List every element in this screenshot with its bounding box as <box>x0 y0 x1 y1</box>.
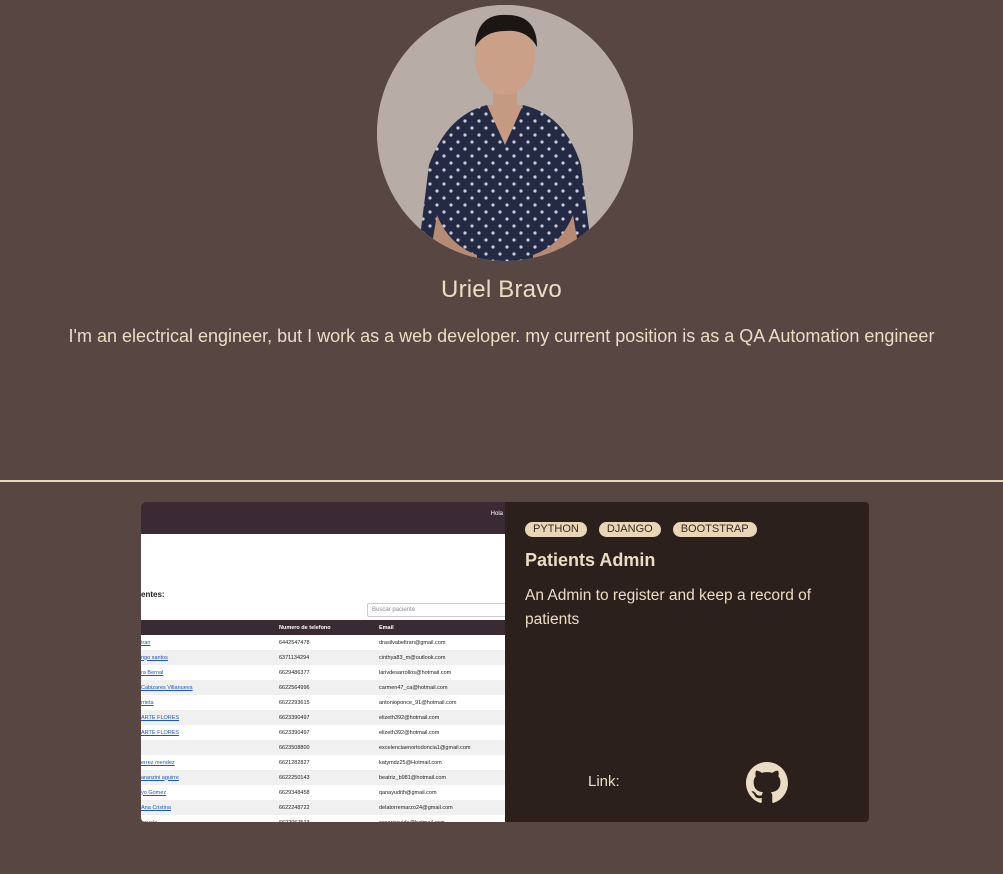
table-cell: 6622293615 <box>279 699 310 706</box>
table-cell: Ana Cristina <box>141 800 279 815</box>
table-row: Ana Cristina 6622248722 delatorremarzo24@g… <box>141 800 505 815</box>
tag-django: DJANGO <box>598 522 661 537</box>
table-cell: katymdz25@Hotmail.com <box>379 759 442 766</box>
table-row: ARTE FLORES 6623390497 elizeth392@hotmail.… <box>141 710 505 725</box>
table-row: tran 6442547478 drasilvabeltran@gmail.com <box>141 635 505 650</box>
table-cell: excelenciaenortodoncia1@gmail.com <box>379 740 505 755</box>
table-row: aranzini aguirre 6622250143 beatriz_b981@h… <box>141 770 505 785</box>
profile-photo <box>377 5 633 261</box>
profile-bio: I'm an electrical engineer, but I work a… <box>68 326 935 346</box>
table-header: Numero de telefono <box>279 620 379 635</box>
table-cell: 6622564996 <box>279 680 379 695</box>
table-cell: yo Gomez <box>141 789 167 796</box>
table-cell: Cabizares Villanueva <box>141 680 279 695</box>
github-link[interactable] <box>746 762 788 804</box>
screenshot-nav-text: Hola <box>490 511 503 517</box>
link-label: Link: <box>588 773 620 790</box>
tag-list: PYTHON DJANGO BOOTSTRAP <box>525 522 757 537</box>
table-cell: cesariasvida@hotmail.com <box>379 815 505 823</box>
table-cell: beatriz_b981@hotmail.com <box>379 770 505 785</box>
table-cell: 6371134294 <box>279 650 379 665</box>
screenshot-navbar: Hola <box>141 502 505 534</box>
table-cell: 6621282827 <box>279 759 310 766</box>
table-cell: antonioponce_91@hotmail.com <box>379 699 457 706</box>
screenshot-heading: entes: <box>141 590 165 599</box>
table-cell: 6629348458 <box>279 789 310 796</box>
table-cell: qanayudith@gmail.com <box>379 789 437 796</box>
tag-python: PYTHON <box>525 522 587 537</box>
table-row: Cabizares Villanueva 6622564996 carmen47_c… <box>141 680 505 695</box>
avatar <box>377 5 633 261</box>
table-cell: ngo santos <box>141 650 279 665</box>
table-row: yo Gomez 6629348458 qanayudith@gmail.com <box>141 785 505 800</box>
tag-bootstrap: BOOTSTRAP <box>672 522 757 537</box>
table-row: ARTE FLORES 6623390497 elizeth392@hotmail.… <box>141 725 505 740</box>
table-row: ra Bernal 6629486377 larivdesarrollos@hotm… <box>141 665 505 680</box>
table-cell: drasilvabeltran@gmail.com <box>379 639 446 646</box>
table-row: rrieta 6622293615 antonioponce_91@hotmail.… <box>141 695 505 710</box>
table-cell: tran <box>141 639 151 646</box>
table-cell: cinthya83_m@outlook.com <box>379 650 505 665</box>
project-description: An Admin to register and keep a record o… <box>525 587 812 628</box>
table-cell: larivdesarrollos@hotmail.com <box>379 669 452 676</box>
table-cell: 6622248722 <box>279 800 379 815</box>
table-cell: aranzini aguirre <box>141 770 279 785</box>
table-cell: 6442547478 <box>279 639 310 646</box>
table-row: nzuela6622067513cesariasvida@hotmail.com <box>141 815 505 823</box>
table-cell: elizeth392@hotmail.com <box>379 729 440 736</box>
table-cell: elizeth392@hotmail.com <box>379 710 505 725</box>
table-row: ngo santos 6371134294 cinthya83_m@outlook.… <box>141 650 505 665</box>
project-screenshot: Hola entes: Buscar paciente Numero de te… <box>141 502 505 822</box>
table-cell: 6622250143 <box>279 770 379 785</box>
project-info: PYTHON DJANGO BOOTSTRAP Patients Admin A… <box>505 502 869 822</box>
table-cell: delatorremarzo24@gmail.com <box>379 800 505 815</box>
project-title: Patients Admin <box>525 550 656 570</box>
table-cell <box>141 740 279 755</box>
table-cell: 6629486377 <box>279 669 310 676</box>
project-card: Hola entes: Buscar paciente Numero de te… <box>141 502 869 822</box>
table-cell: carmen47_ca@hotmail.com <box>379 680 505 695</box>
table-cell: ra Bernal <box>141 669 164 676</box>
table-header <box>141 620 279 635</box>
screenshot-table: Numero de telefono Email tran 6442547478 d… <box>141 620 505 822</box>
table-header: Email <box>379 620 505 635</box>
table-cell: ARTE FLORES <box>141 729 180 736</box>
profile-name: Uriel Bravo <box>441 276 562 303</box>
table-cell: nzuela <box>141 815 279 823</box>
section-divider <box>0 480 1003 482</box>
screenshot-search: Buscar paciente <box>367 603 505 617</box>
table-row: errez mendez 6621282827 katymdz25@Hotmail.… <box>141 755 505 770</box>
table-cell: 6623508800 <box>279 740 379 755</box>
profile-section: Uriel Bravo I'm an electrical engineer, … <box>0 0 1003 480</box>
table-cell: rrieta <box>141 699 154 706</box>
table-cell: 6623390497 <box>279 710 379 725</box>
table-cell: 6622067513 <box>279 815 379 823</box>
table-cell: ARTE FLORES <box>141 710 279 725</box>
github-icon <box>746 762 788 803</box>
table-cell: 6623390497 <box>279 729 310 736</box>
table-row: 6623508800 excelenciaenortodoncia1@gmail.… <box>141 740 505 755</box>
table-cell: errez mendez <box>141 759 175 766</box>
